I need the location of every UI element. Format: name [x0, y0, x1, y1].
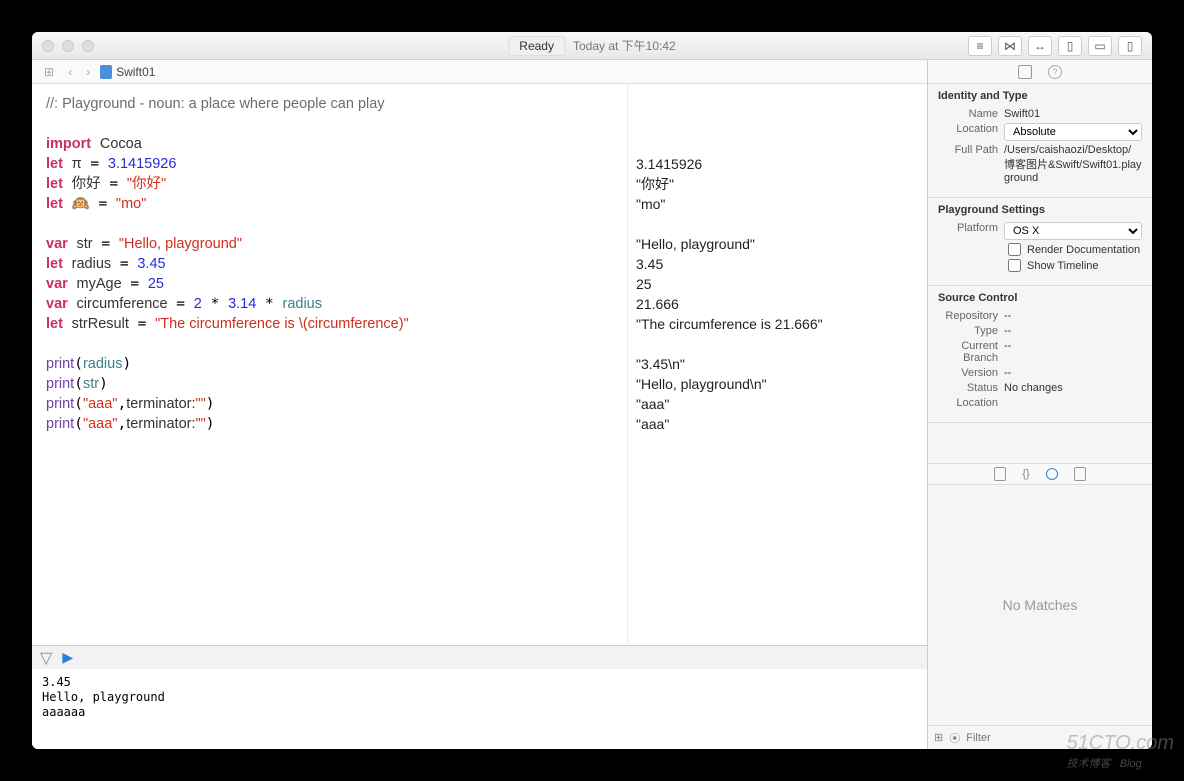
- xcode-window: Ready Today at 下午10:42 ≡ ⋈ ↔ ▯ ▭ ▯ ⊞ ‹ ›…: [32, 32, 1152, 749]
- breadcrumb-filename: Swift01: [116, 65, 155, 79]
- watermark: 51CTO.com 技术博客 Blog: [1067, 732, 1174, 771]
- editor-mode-assist-button[interactable]: ⋈: [998, 36, 1022, 56]
- library-empty-label: No Matches: [928, 485, 1152, 725]
- status-text: Ready: [508, 36, 565, 56]
- library-tabs[interactable]: {}: [928, 463, 1152, 485]
- titlebar: Ready Today at 下午10:42 ≡ ⋈ ↔ ▯ ▭ ▯: [32, 32, 1152, 60]
- jump-bar[interactable]: ⊞ ‹ › Swift01: [32, 60, 927, 84]
- code-snippet-icon[interactable]: {}: [1022, 468, 1029, 480]
- swift-file-icon: [100, 65, 112, 79]
- render-doc-checkbox[interactable]: [1008, 243, 1021, 256]
- activity-viewer: Ready Today at 下午10:42: [508, 36, 675, 56]
- toggle-navigator-button[interactable]: ▯: [1058, 36, 1082, 56]
- traffic-lights[interactable]: [42, 40, 94, 52]
- editor-mode-standard-button[interactable]: ≡: [968, 36, 992, 56]
- run-button[interactable]: ▶: [62, 649, 73, 666]
- breadcrumb-file[interactable]: Swift01: [100, 65, 155, 79]
- media-library-icon[interactable]: [1074, 467, 1086, 481]
- related-items-icon[interactable]: ⊞: [40, 65, 58, 79]
- main-area: ⊞ ‹ › Swift01 //: Playground - noun: a p…: [32, 60, 1152, 749]
- code-editor[interactable]: //: Playground - noun: a place where peo…: [32, 84, 627, 645]
- inspector-tabs[interactable]: ?: [928, 60, 1152, 84]
- file-template-icon[interactable]: [994, 467, 1006, 481]
- editor-mode-version-button[interactable]: ↔: [1028, 36, 1052, 56]
- results-sidebar: 3.1415926 "你好" "mo" "Hello, playground" …: [627, 84, 927, 645]
- toolbar-right: ≡ ⋈ ↔ ▯ ▭ ▯: [968, 36, 1142, 56]
- editor-column: ⊞ ‹ › Swift01 //: Playground - noun: a p…: [32, 60, 927, 749]
- platform-select[interactable]: OS X: [1004, 222, 1142, 240]
- debug-bar: ▽ ▶: [32, 645, 927, 669]
- identity-section: Identity and Type NameSwift01 LocationAb…: [928, 84, 1152, 198]
- full-path: /Users/caishaozi/Desktop/博客图片&Swift/Swif…: [1004, 144, 1142, 184]
- file-name: Swift01: [1004, 108, 1142, 120]
- source-control-section: Source Control Repository-- Type-- Curre…: [928, 286, 1152, 423]
- filter-icon: ⦿: [949, 730, 960, 746]
- toggle-inspector-button[interactable]: ▯: [1118, 36, 1142, 56]
- object-library-icon[interactable]: [1046, 468, 1058, 480]
- file-inspector-tab-icon[interactable]: [1018, 65, 1032, 79]
- editor-wrap: //: Playground - noun: a place where peo…: [32, 84, 927, 645]
- nav-forward-icon[interactable]: ›: [82, 65, 94, 79]
- grid-view-icon[interactable]: ⊞: [934, 731, 943, 744]
- nav-back-icon[interactable]: ‹: [64, 65, 76, 79]
- quickhelp-tab-icon[interactable]: ?: [1048, 65, 1062, 79]
- console-output[interactable]: 3.45 Hello, playground aaaaaa: [32, 669, 927, 749]
- status-time: Today at 下午10:42: [573, 37, 676, 54]
- playground-settings-section: Playground Settings PlatformOS X Render …: [928, 198, 1152, 286]
- location-select[interactable]: Absolute: [1004, 123, 1142, 141]
- inspector-panel: ? Identity and Type NameSwift01 Location…: [927, 60, 1152, 749]
- show-timeline-checkbox[interactable]: [1008, 259, 1021, 272]
- debug-toggle-icon[interactable]: ▽: [40, 648, 52, 668]
- toggle-debug-button[interactable]: ▭: [1088, 36, 1112, 56]
